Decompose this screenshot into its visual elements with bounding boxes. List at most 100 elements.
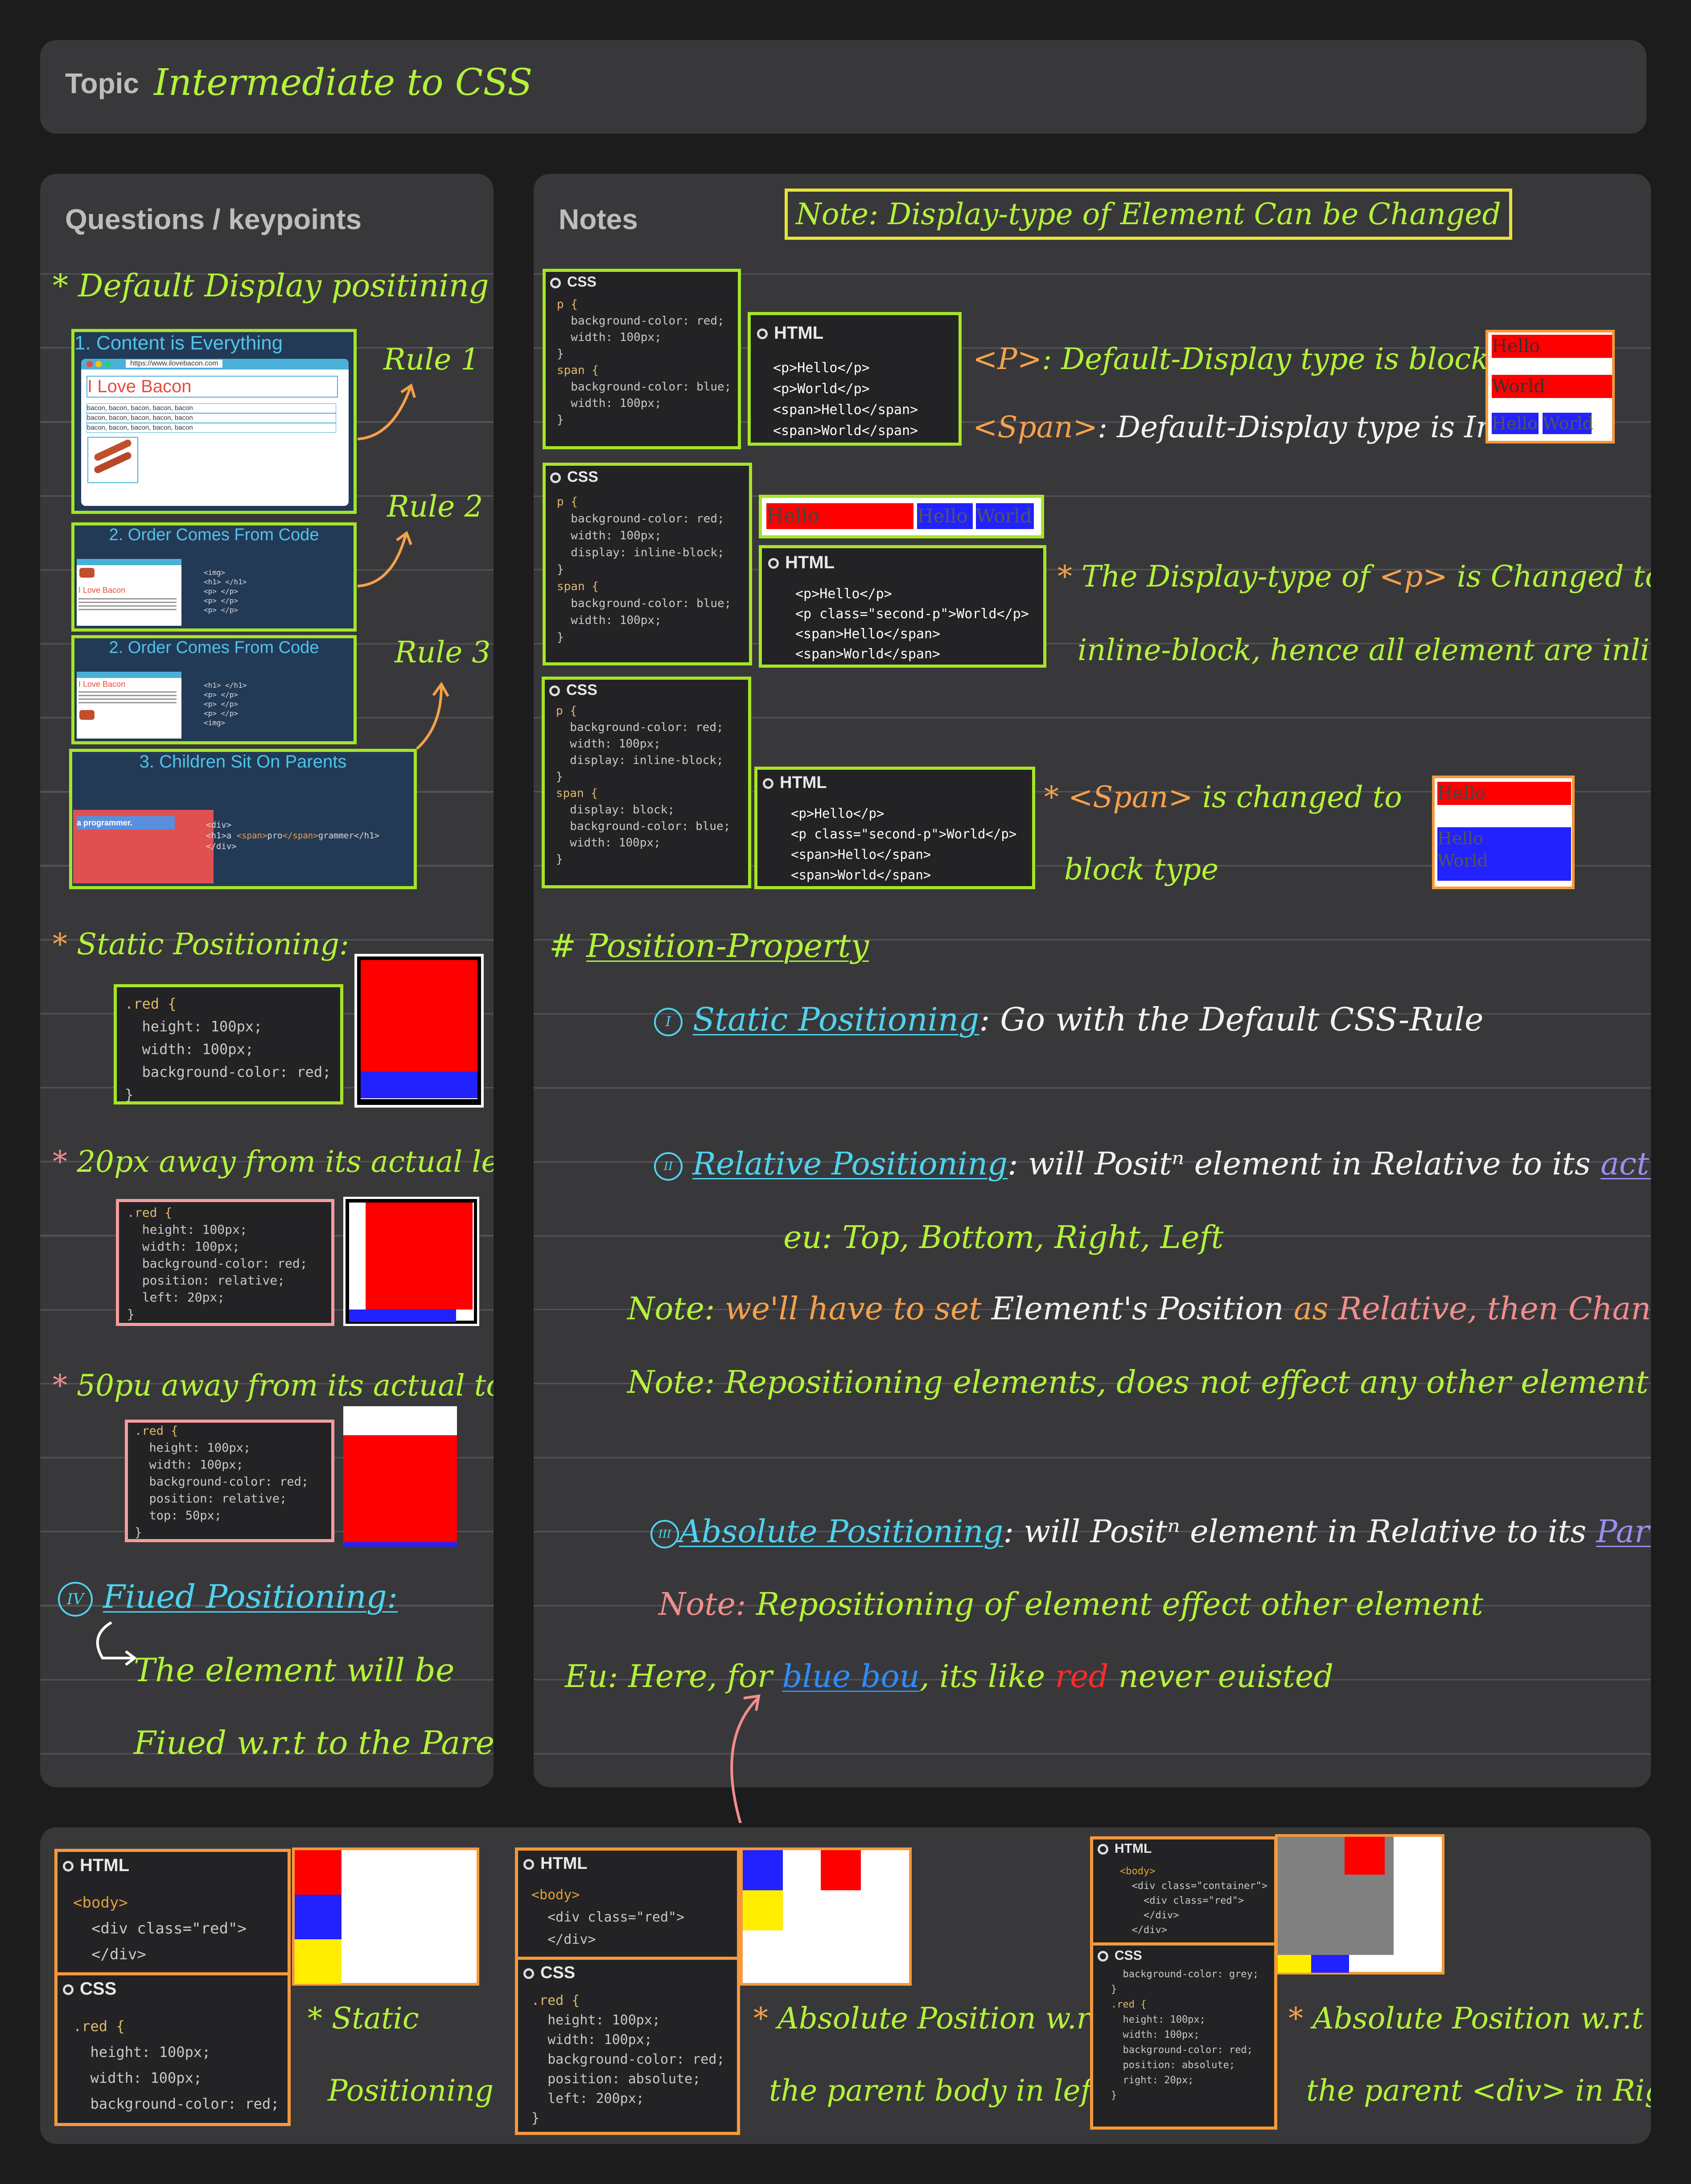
ex3-output (1275, 1834, 1444, 1975)
fixed-label: IV Fiued Positioning: (58, 1578, 398, 1617)
html-box-3: HTML <p>Hello</p> <p class="second-p">Wor… (754, 767, 1035, 889)
curved-arrow-icon (730, 1694, 761, 1823)
ex2-html-box: HTML <body> <div class="red"> </div> (515, 1847, 740, 1961)
fixed-line1: The element will be (134, 1651, 455, 1689)
red-block: Hello (1492, 335, 1612, 358)
ex1-css-box: CSS .red { height: 100px; width: 100px; … (54, 1972, 291, 2126)
yellow-box (295, 1939, 341, 1984)
span-changed-line2: block type (1064, 852, 1219, 887)
notes-header: Notes (559, 203, 638, 235)
ex1-output (292, 1847, 479, 1986)
relative-positioning-line: II Relative Positioning: will Positⁿ ele… (654, 1145, 1651, 1182)
span-changed-text: * <Span> is changed to (1044, 780, 1402, 814)
ex2-output (740, 1847, 912, 1986)
red-box (366, 1203, 473, 1310)
blue-box (343, 1542, 457, 1547)
red-box (821, 1850, 861, 1890)
yellow-box (1278, 1955, 1311, 1973)
ex2-caption-a: * Absolute Position w.r.t (753, 2001, 1109, 2036)
yellow-box (743, 1890, 783, 1930)
top50-output (343, 1406, 457, 1547)
notes-panel: Notes Note: Display-type of Element Can … (534, 174, 1651, 1787)
left20-output (343, 1197, 479, 1326)
changed-p-text: * The Display-type of <p> is Changed to (1057, 559, 1651, 594)
topic-title: Intermediate to CSS (154, 62, 533, 104)
ex2-css-box: CSS .red { height: 100px; width: 100px; … (515, 1957, 740, 2135)
arrow-icon (357, 383, 449, 750)
mini-render: a programmer. (73, 810, 214, 883)
absolute-positioning-line: III Absolute Positioning: will Positⁿ ele… (650, 1513, 1651, 1550)
circle-icon (523, 1859, 534, 1870)
ex2-caption-b: the parent body in left (769, 2073, 1103, 2108)
circle-icon (550, 277, 561, 288)
css-box-3: CSS p { background-color: red; width: 10… (542, 677, 751, 888)
blue-box (349, 1310, 456, 1322)
red-box (343, 1435, 457, 1542)
blue-box (361, 1071, 477, 1098)
red-inline: Hello (1437, 782, 1571, 805)
changed-p-line2: inline-block, hence all element are inli… (1078, 633, 1651, 667)
css-box-2: CSS p { background-color: red; width: 10… (543, 463, 752, 665)
blue-box (743, 1850, 783, 1890)
circle-icon (1098, 1951, 1108, 1962)
html-box-2: HTML <p>Hello</p> <p class="second-p">Wor… (759, 545, 1046, 668)
output-1: Hello World Hello World (1485, 330, 1615, 443)
fixed-line2: Fiued w.r.t to the Parent (134, 1724, 494, 1761)
note-box: Note: Display-type of Element Can be Cha… (785, 189, 1512, 240)
absolute-example: Eu: Here, for blue bou, its like red nev… (565, 1658, 1334, 1695)
html-box-1: HTML <p>Hello</p> <p>World</p> <span>Hello… (748, 312, 962, 446)
blue-box (1311, 1955, 1349, 1973)
topic-label: Topic (65, 67, 139, 99)
ex3-css-box: CSS background-color: grey;} .red { heigh… (1090, 1942, 1277, 2130)
blue-inline: World (1543, 413, 1593, 434)
static-code-box: .red { height: 100px; width: 100px; back… (114, 984, 343, 1104)
output-3: Hello Hello World (1432, 776, 1575, 889)
red-box (361, 960, 477, 1071)
ex1-caption-a: * Static (308, 2001, 419, 2036)
ex3-caption-a: * Absolute Position w.r.t (1288, 2001, 1644, 2036)
mini-code: <div> <h1>a <span>pro</span>grammer</h1>… (206, 820, 379, 851)
note-repositioning: Note: Repositioning elements, does not e… (627, 1364, 1649, 1400)
output-2: Hello Hello World (759, 495, 1044, 538)
static-positioning-line: I Static Positioning: Go with the Defaul… (654, 1001, 1484, 1038)
blue-block: Hello World (1437, 827, 1571, 881)
relative-example: eu: Top, Bottom, Right, Left (783, 1219, 1224, 1256)
circle-icon (63, 1984, 74, 1995)
circle-icon (768, 558, 779, 569)
red-box (295, 1850, 341, 1895)
note-absolute: Note: Repositioning of element effect ot… (658, 1586, 1484, 1622)
ex1-caption-b: Positioning (328, 2073, 494, 2108)
blue-inline: Hello (917, 503, 973, 529)
circle-icon (1098, 1844, 1108, 1855)
red-inline: Hello (766, 503, 913, 529)
circle-icon (763, 778, 773, 789)
css-box-1: CSS p { background-color: red; width: 10… (543, 269, 741, 449)
circle-icon (757, 328, 768, 340)
static-label: * Static Positioning: (53, 927, 350, 961)
red-box (1345, 1837, 1385, 1875)
top50-code-box: .red { height: 100px; width: 100px; back… (125, 1420, 334, 1542)
p-default-text: <P>: Default-Display type is block (973, 342, 1489, 376)
ex3-caption-b: the parent <div> in Right (1306, 2073, 1651, 2108)
blue-box (295, 1895, 341, 1939)
blue-inline: World (976, 503, 1034, 529)
note-relative: Note: we'll have to set Element's Positi… (627, 1290, 1651, 1327)
top50-label: * 50pu away from its actual top (53, 1368, 494, 1403)
circle-icon (523, 1968, 534, 1979)
left20-code-box: .red { height: 100px; width: 100px; back… (116, 1199, 334, 1326)
position-property-heading: # Position-Property (549, 927, 869, 965)
red-block: World (1492, 375, 1612, 398)
span-default-text: <Span>: Default-Display type is Inline (973, 410, 1550, 444)
curved-arrow-icon (96, 1621, 137, 1666)
ex3-html-box: HTML <body> <div class="container"> <div… (1090, 1836, 1277, 1946)
topic-bar: Topic Intermediate to CSS (40, 40, 1646, 134)
static-output (354, 954, 484, 1108)
circle-icon (549, 686, 560, 697)
circle-icon (550, 472, 561, 484)
left-panel: Questions / keypoints * Default Display … (40, 174, 494, 1787)
ex1-html-box: HTML <body> <div class="red"> </div> (54, 1849, 291, 1976)
blue-inline: Hello (1492, 413, 1539, 434)
left20-label: * 20px away from its actual left (53, 1145, 494, 1179)
circle-icon (63, 1861, 74, 1872)
examples-panel: HTML <body> <div class="red"> </div> CSS… (40, 1827, 1651, 2144)
